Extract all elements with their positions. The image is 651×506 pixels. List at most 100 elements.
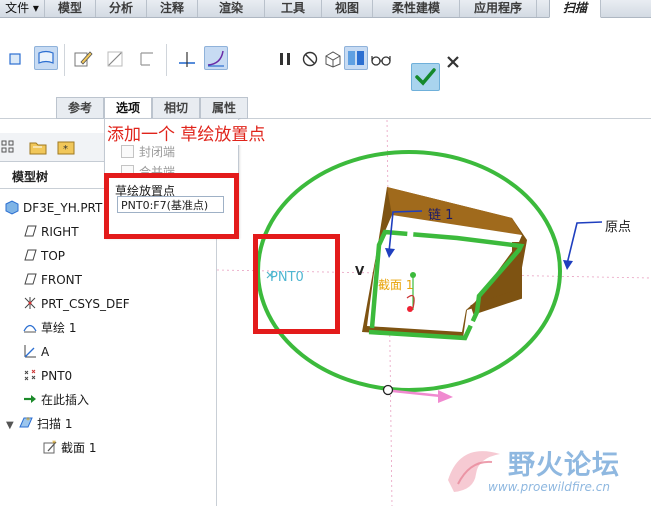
highlight-box-pnt0 — [253, 234, 340, 334]
constant-section-icon — [179, 52, 195, 67]
surface-icon — [38, 50, 54, 64]
tab-properties[interactable]: 属性 — [200, 97, 248, 119]
folder-browser-tab-icon[interactable] — [28, 138, 48, 156]
v-axis-label: V — [355, 264, 365, 278]
menu-file[interactable]: 文件 ▾ — [0, 0, 45, 17]
favorites-tab-icon[interactable]: * — [56, 138, 76, 156]
menu-analysis[interactable]: 分析 — [96, 0, 147, 17]
checkmark-icon — [415, 68, 436, 86]
tree-item-pnt0[interactable]: PNT0 — [22, 367, 72, 385]
close-icon — [447, 56, 459, 68]
menu-applications[interactable]: 应用程序 — [460, 0, 537, 17]
menu-flexible-modeling[interactable]: 柔性建模 — [373, 0, 460, 17]
tree-item-insert-here[interactable]: 在此插入 — [22, 391, 89, 409]
tab-options[interactable]: 选项 — [104, 97, 152, 119]
menu-view[interactable]: 视图 — [322, 0, 373, 17]
closed-ends-label: 封闭端 — [139, 145, 176, 159]
ok-button[interactable] — [411, 63, 440, 91]
glasses-icon — [371, 56, 391, 66]
tree-item-sweep[interactable]: ▼ * 扫描 1 — [6, 415, 72, 433]
tree-item-csys[interactable]: PRT_CSYS_DEF — [22, 295, 130, 313]
pause-icon — [280, 53, 290, 65]
solid-icon — [9, 53, 21, 65]
remove-material-icon — [107, 51, 123, 67]
start-point-marker[interactable] — [382, 384, 394, 396]
variable-section-icon — [207, 50, 224, 67]
sketch-button[interactable] — [72, 48, 94, 70]
constant-section-button[interactable] — [176, 48, 198, 70]
axis-icon — [24, 345, 36, 358]
chain-label: 链 1 — [428, 208, 454, 223]
csys-icon — [24, 297, 36, 309]
tree-item-axis[interactable]: A — [22, 343, 49, 361]
model-tree-tab-icon[interactable] — [0, 139, 16, 155]
tab-references[interactable]: 参考 — [56, 97, 104, 119]
origin-label: 原点 — [605, 220, 632, 235]
sketch-icon — [23, 324, 37, 333]
tab-tangency[interactable]: 相切 — [152, 97, 200, 119]
variable-section-button[interactable] — [204, 46, 228, 70]
menu-file-label: 文件 — [5, 1, 30, 15]
section-label: 截面 1 — [378, 278, 414, 292]
tree-item-label: 扫描 1 — [37, 417, 73, 431]
menu-annotate[interactable]: 注释 — [147, 0, 198, 17]
annotation-text: 添加一个 草绘放置点 — [107, 120, 266, 145]
tree-item-label: PNT0 — [41, 369, 73, 383]
left-panel-tabs: * — [0, 133, 108, 162]
sweep-icon: * — [19, 416, 33, 428]
datum-plane-icon — [24, 249, 37, 261]
preview-button[interactable] — [322, 48, 344, 70]
tab-sweep[interactable]: 扫描 — [549, 0, 601, 18]
verify-icon — [348, 51, 364, 65]
direction-arrow-icon[interactable] — [438, 390, 453, 403]
menu-model[interactable]: 模型 — [45, 0, 96, 17]
highlight-box-placement — [104, 173, 239, 239]
thicken-button[interactable] — [136, 48, 158, 70]
tree-item-label: 在此插入 — [41, 393, 90, 407]
tree-item-label: DF3E_YH.PRT — [23, 201, 103, 215]
insert-arrow-icon — [24, 395, 36, 403]
ribbon-separator — [166, 44, 167, 76]
surface-button[interactable] — [34, 46, 58, 70]
closed-ends-checkbox[interactable] — [121, 145, 134, 158]
verify-mode-button[interactable] — [344, 46, 368, 70]
remove-material-button[interactable] — [104, 48, 126, 70]
menu-bar: 文件 ▾ 模型 分析 注释 渲染 工具 视图 柔性建模 应用程序 扫描 — [0, 0, 651, 18]
menu-render[interactable]: 渲染 — [198, 0, 265, 17]
no-preview-button[interactable] — [299, 48, 321, 70]
no-preview-icon — [302, 51, 318, 67]
pause-button[interactable] — [274, 48, 296, 70]
menu-tools[interactable]: 工具 — [265, 0, 322, 17]
part-icon — [5, 200, 19, 215]
tree-item-label: A — [41, 345, 50, 359]
tree-item-label: 草绘 1 — [41, 321, 77, 335]
tree-item-part[interactable]: DF3E_YH.PRT — [4, 199, 102, 217]
tree-item-label: 截面 1 — [61, 441, 97, 455]
origin-leader-line — [566, 221, 603, 265]
tree-item-right[interactable]: RIGHT — [22, 223, 79, 241]
tree-item-top[interactable]: TOP — [22, 247, 65, 265]
preview-geometry-icon — [325, 51, 341, 68]
tree-item-front[interactable]: FRONT — [22, 271, 82, 289]
cancel-button[interactable] — [442, 51, 464, 73]
origin-arrow-icon — [563, 260, 573, 270]
datum-point-icon — [24, 369, 36, 381]
datum-plane-icon — [24, 273, 37, 285]
tree-item-label: FRONT — [41, 273, 82, 287]
thicken-icon — [140, 52, 153, 66]
section-icon: * — [43, 439, 57, 454]
svg-text:*: * — [52, 439, 56, 448]
tree-item-sketch[interactable]: 草绘 1 — [22, 319, 76, 337]
watermark-url: www.proewildfire.cn — [488, 480, 610, 494]
ribbon-separator — [64, 44, 65, 76]
svg-text:*: * — [63, 144, 68, 155]
solid-button[interactable] — [4, 48, 26, 70]
expand-triangle-icon[interactable]: ▼ — [6, 417, 18, 435]
svg-text:*: * — [26, 416, 30, 425]
csys-origin-point — [407, 306, 413, 312]
model-tree-title: 模型树 — [12, 170, 49, 184]
tree-item-section[interactable]: * 截面 1 — [42, 439, 96, 457]
watermark-title: 野火论坛 — [508, 450, 620, 481]
glasses-button[interactable] — [370, 48, 392, 70]
tree-item-label: RIGHT — [41, 225, 79, 239]
